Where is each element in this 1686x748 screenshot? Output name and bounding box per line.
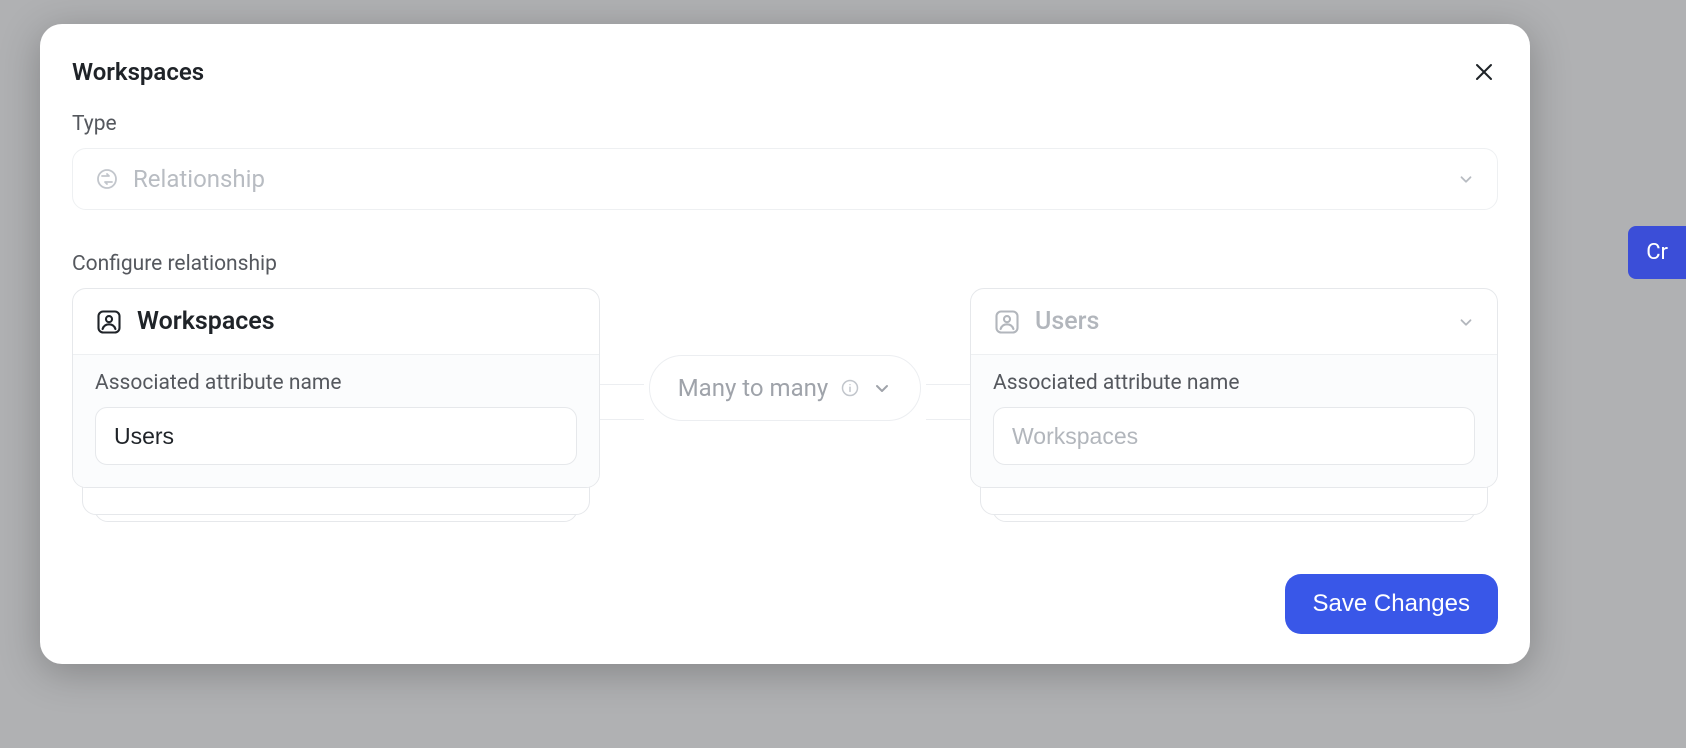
modal-title: Workspaces xyxy=(72,58,204,86)
close-icon xyxy=(1474,62,1494,82)
left-entity-header: Workspaces xyxy=(73,289,599,355)
entity-icon xyxy=(993,308,1021,336)
left-entity-name: Workspaces xyxy=(137,307,275,336)
modal: Workspaces Type Relationship Configure r… xyxy=(40,24,1530,664)
entity-icon xyxy=(95,308,123,336)
type-label: Type xyxy=(72,112,1498,136)
type-select[interactable]: Relationship xyxy=(72,148,1498,210)
right-assoc-input[interactable] xyxy=(993,407,1475,465)
right-entity-select[interactable]: Users xyxy=(971,289,1497,355)
relationship-icon xyxy=(95,167,119,191)
chevron-down-icon xyxy=(1457,313,1475,331)
chevron-down-icon xyxy=(1457,170,1475,188)
cardinality-select[interactable]: Many to many xyxy=(649,355,922,421)
right-entity-body: Associated attribute name xyxy=(971,355,1497,487)
left-assoc-label: Associated attribute name xyxy=(95,371,577,395)
left-assoc-input[interactable] xyxy=(95,407,577,465)
relationship-config-row: Workspaces Associated attribute name Man… xyxy=(72,288,1498,488)
cardinality-label: Many to many xyxy=(678,374,829,402)
left-entity-body: Associated attribute name xyxy=(73,355,599,487)
right-entity-name: Users xyxy=(1035,307,1099,336)
save-button[interactable]: Save Changes xyxy=(1285,574,1498,634)
chevron-down-icon xyxy=(872,378,892,398)
configure-label: Configure relationship xyxy=(72,252,1498,276)
right-entity-stack: Users Associated attribute name xyxy=(970,288,1498,488)
type-select-value: Relationship xyxy=(133,165,265,193)
modal-header: Workspaces xyxy=(72,58,1498,86)
cardinality-column: Many to many xyxy=(600,288,970,488)
modal-footer: Save Changes xyxy=(72,574,1498,634)
right-assoc-label: Associated attribute name xyxy=(993,371,1475,395)
background-create-button: Cr xyxy=(1628,226,1686,279)
left-entity-card: Workspaces Associated attribute name xyxy=(72,288,600,488)
left-entity-stack: Workspaces Associated attribute name xyxy=(72,288,600,488)
close-button[interactable] xyxy=(1470,58,1498,86)
right-entity-card: Users Associated attribute name xyxy=(970,288,1498,488)
info-icon xyxy=(840,378,860,398)
